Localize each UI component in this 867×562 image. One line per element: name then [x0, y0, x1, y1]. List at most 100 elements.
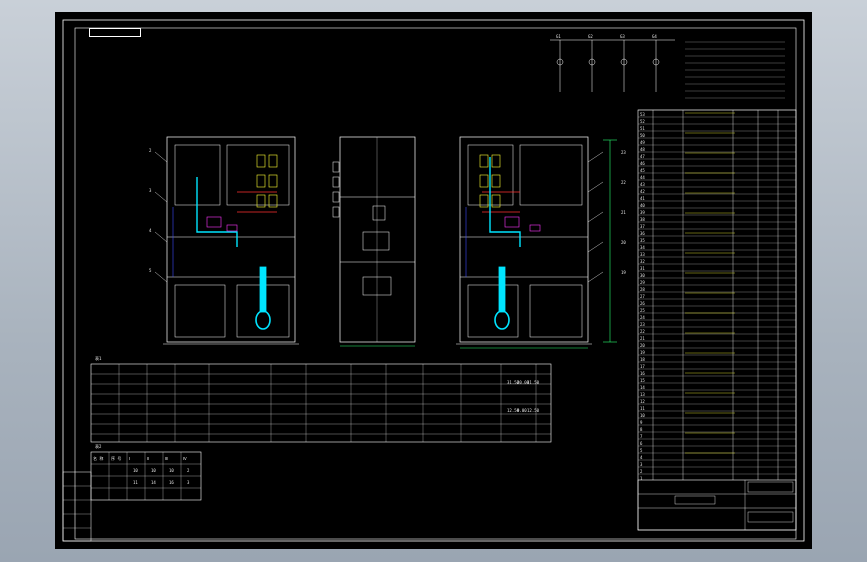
left-cabinet-magenta-part	[226, 224, 238, 232]
side-view-latch	[332, 206, 340, 218]
bom-index: 28	[640, 287, 645, 292]
bom-index: 7	[640, 434, 643, 439]
bom-index: 29	[640, 280, 645, 285]
revision-strip	[62, 471, 92, 542]
left-cabinet-magenta-part	[206, 216, 222, 228]
right-cabinet-outline	[459, 136, 589, 343]
table2-label: 表2	[95, 443, 102, 449]
callout-left: 4	[149, 228, 152, 233]
title-block	[637, 479, 797, 531]
left-cabinet-cyan-rod	[259, 266, 267, 313]
callout-left: 3	[149, 188, 152, 193]
right-cabinet-cable-room	[467, 284, 519, 338]
bom-index: 6	[640, 441, 643, 446]
callout-right: 20	[621, 240, 626, 245]
table2-header: Ⅱ	[147, 456, 149, 461]
bom-index: 47	[640, 154, 645, 159]
title-block-cell	[674, 495, 716, 505]
callout-right: 21	[621, 210, 626, 215]
leader-line	[587, 151, 604, 163]
right-cabinet-contact	[491, 154, 501, 168]
bom-index: 44	[640, 175, 645, 180]
table1-label: 表1	[95, 355, 102, 361]
leader-line	[587, 211, 604, 223]
bom-index: 38	[640, 217, 645, 222]
right-cabinet-contact	[491, 174, 501, 188]
leader-line	[154, 231, 168, 243]
bom-index: 3	[640, 462, 643, 467]
bom-index: 23	[640, 322, 645, 327]
title-block-cell	[747, 481, 794, 493]
right-cabinet-magenta-part	[504, 216, 520, 228]
bom-index: 10	[640, 413, 645, 418]
table2-header: Ⅲ	[165, 456, 168, 461]
right-cabinet-ct-coil	[494, 310, 510, 330]
right-cabinet-magenta-part	[529, 224, 541, 232]
bom-index: 35	[640, 238, 645, 243]
side-view-outline	[339, 136, 416, 343]
sld-label: G2	[588, 34, 593, 39]
side-view-handle	[372, 205, 386, 221]
side-view-latch	[332, 176, 340, 188]
table2-cell: 3	[187, 480, 190, 485]
right-cabinet-cyan-busbar	[489, 157, 521, 247]
bom-index: 48	[640, 147, 645, 152]
bom-index: 33	[640, 252, 645, 257]
table2-cell: 10	[151, 468, 156, 473]
left-cabinet-contact	[256, 154, 266, 168]
table2-cell: 11	[133, 480, 138, 485]
callout-right: 23	[621, 150, 626, 155]
leader-line	[154, 271, 168, 283]
bom-index: 9	[640, 420, 643, 425]
right-cabinet-busbar-room	[519, 144, 583, 206]
bom-index: 45	[640, 168, 645, 173]
table2-cell: 14	[151, 480, 156, 485]
callout-right: 19	[621, 270, 626, 275]
bom-index: 2	[640, 469, 643, 474]
drawing-sheet: 2 3 4 5 23 22 21 20 19 G1 G2 G3 G4 53 52 51 50 49 48 47 46 45…	[55, 12, 812, 549]
side-view-latch	[332, 191, 340, 203]
bom-index: 51	[640, 126, 645, 131]
bom-index: 21	[640, 336, 645, 341]
bom-index: 27	[640, 294, 645, 299]
bom-index: 32	[640, 259, 645, 264]
bom-index: 46	[640, 161, 645, 166]
callout-left: 5	[149, 268, 152, 273]
bom-index: 31	[640, 266, 645, 271]
bom-index: 24	[640, 315, 645, 320]
cad-drawing: 23452322212019G1 G2 G3 G4535251504948474645…	[62, 19, 805, 542]
sld-label: G3	[620, 34, 625, 39]
bom-index: 37	[640, 224, 645, 229]
bom-index: 43	[640, 182, 645, 187]
bom-index: 50	[640, 133, 645, 138]
left-cabinet-cable-room	[174, 284, 226, 338]
bom-index: 25	[640, 308, 645, 313]
left-cabinet-cyan-busbar	[196, 177, 238, 247]
table2-header: 名 称	[93, 455, 103, 461]
bom-index: 49	[640, 140, 645, 145]
bom-index: 36	[640, 231, 645, 236]
callout-right: 22	[621, 180, 626, 185]
sld-label: G4	[652, 34, 657, 39]
table1-value: 31.50	[527, 380, 540, 385]
table2-cell: 2	[187, 468, 190, 473]
left-cabinet-outline	[166, 136, 296, 343]
bom-index: 11	[640, 406, 645, 411]
bom-index: 12	[640, 399, 645, 404]
bom-index: 42	[640, 189, 645, 194]
bom-index: 30	[640, 273, 645, 278]
bom-index: 13	[640, 392, 645, 397]
side-view-window	[362, 231, 390, 251]
right-cabinet-contact	[479, 174, 489, 188]
leader-line	[587, 181, 604, 193]
right-cabinet-contact	[479, 154, 489, 168]
table2-header: 序 号	[111, 455, 121, 461]
right-cabinet-cyan-rod	[498, 266, 506, 313]
leader-line	[154, 151, 168, 163]
bom-index: 26	[640, 301, 645, 306]
bom-index: 15	[640, 378, 645, 383]
bom-index: 41	[640, 196, 645, 201]
title-block-cell	[747, 511, 794, 523]
bom-index: 17	[640, 364, 645, 369]
table1-value: 12.50	[527, 408, 540, 413]
